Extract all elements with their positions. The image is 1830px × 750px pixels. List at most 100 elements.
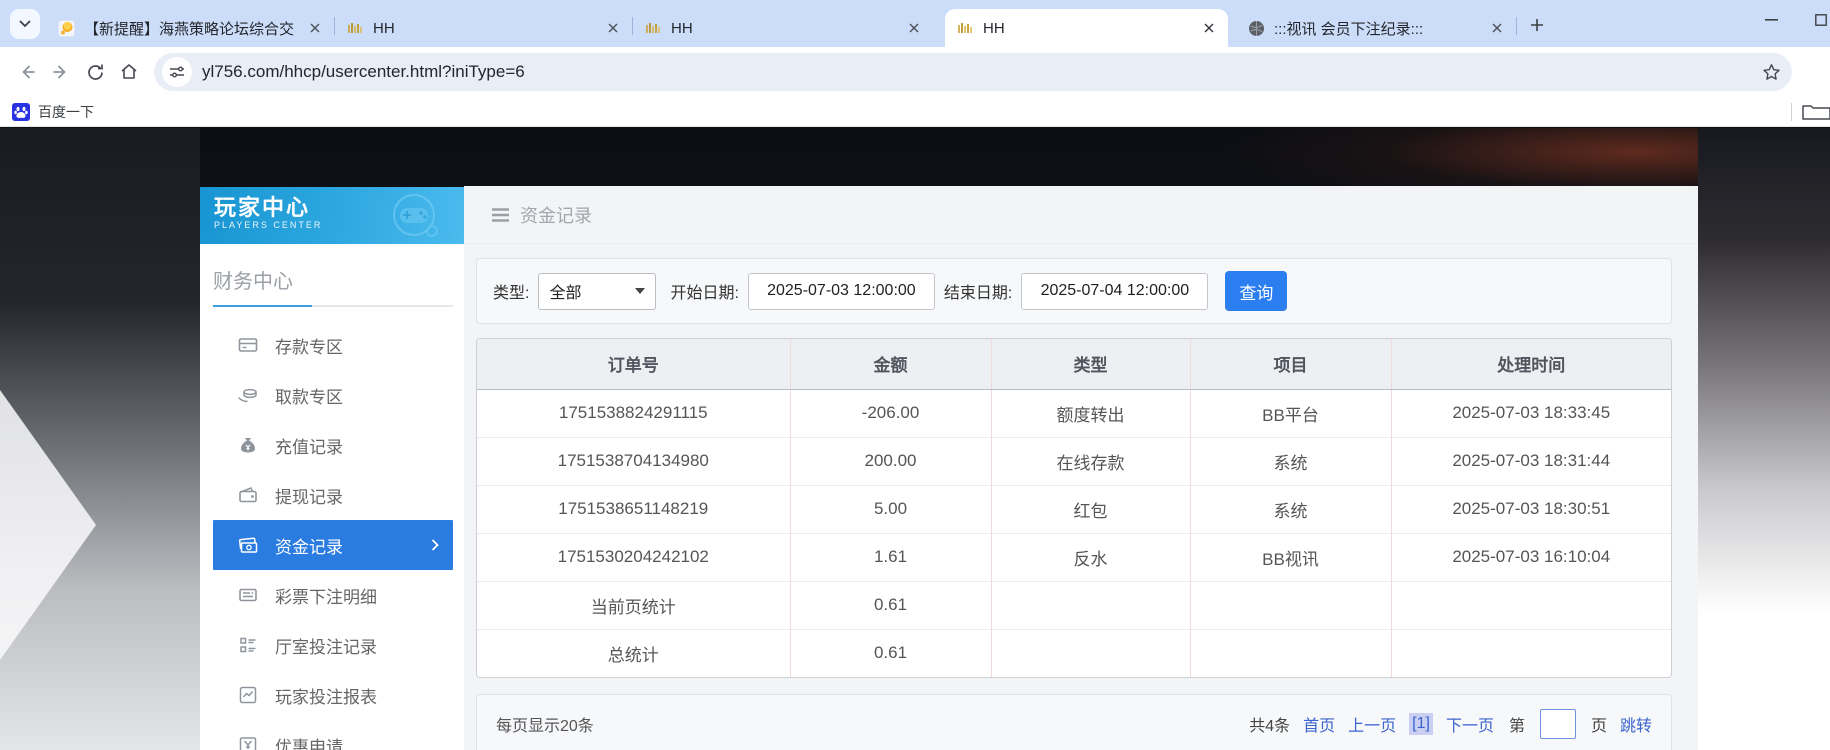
cell-order-no: 1751538651148219 — [477, 485, 790, 533]
sidebar-item-label: 取款专区 — [275, 383, 343, 408]
new-tab-button[interactable] — [1523, 11, 1551, 39]
cell-project: BB视讯 — [1190, 533, 1391, 581]
sidebar-header: 玩家中心 PLAYERS CENTER — [200, 187, 464, 244]
tab-hh-2[interactable]: HH — [633, 9, 933, 47]
sidebar-item-withdraw-record[interactable]: 提现记录 — [200, 470, 464, 520]
cell-project: 系统 — [1190, 485, 1391, 533]
page-number-input[interactable] — [1540, 709, 1576, 739]
next-page-link[interactable]: 下一页 — [1446, 712, 1494, 736]
tab-separator — [1516, 17, 1517, 35]
tab-close-icon[interactable] — [1200, 19, 1218, 37]
report-chart-icon — [237, 684, 259, 706]
start-date-input[interactable] — [748, 273, 935, 310]
cell-type: 额度转出 — [991, 389, 1190, 437]
back-button[interactable] — [10, 55, 44, 89]
end-date-input[interactable] — [1021, 273, 1208, 310]
reload-button[interactable] — [78, 55, 112, 89]
cell-project — [1190, 629, 1391, 677]
maximize-button[interactable] — [1810, 9, 1830, 31]
minimize-button[interactable] — [1760, 9, 1782, 31]
address-bar[interactable]: yl756.com/hhcp/usercenter.html?iniType=6 — [154, 53, 1792, 91]
total-count: 共4条 — [1249, 712, 1290, 736]
url-text[interactable]: yl756.com/hhcp/usercenter.html?iniType=6 — [202, 62, 1756, 82]
window-controls — [1760, 0, 1830, 40]
pager: 共4条 首页 上一页 [1] 下一页 第 页 跳转 — [1249, 709, 1652, 739]
sidebar-item-withdraw[interactable]: 取款专区 — [200, 370, 464, 420]
sidebar-item-label: 厅室投注记录 — [275, 633, 377, 658]
home-icon — [119, 62, 139, 82]
forward-button[interactable] — [44, 55, 78, 89]
cell-time: 2025-07-03 18:30:51 — [1391, 485, 1671, 533]
table-header-row: 订单号 金额 类型 项目 处理时间 — [477, 339, 1671, 389]
cell-type: 红包 — [991, 485, 1190, 533]
table-row: 1751538704134980 200.00 在线存款 系统 2025-07-… — [477, 437, 1671, 485]
jump-button[interactable]: 跳转 — [1620, 712, 1652, 736]
tab-close-icon[interactable] — [1488, 19, 1506, 37]
hall-list-icon — [237, 634, 259, 656]
sidebar-item-label: 充值记录 — [275, 433, 343, 458]
tab-forum[interactable]: 【新提醒】海燕策略论坛综合交 — [46, 9, 334, 47]
tab-video-records[interactable]: :::视讯 会员下注纪录::: — [1236, 9, 1516, 47]
bookmark-label: 百度一下 — [38, 102, 94, 122]
sidebar-section-divider — [213, 305, 453, 307]
tab-close-icon[interactable] — [905, 19, 923, 37]
baidu-paw-icon — [12, 103, 30, 121]
home-button[interactable] — [112, 55, 146, 89]
sidebar-item-deposit[interactable]: 存款专区 — [200, 320, 464, 370]
chevron-right-icon — [431, 539, 439, 552]
prev-page-link[interactable]: 上一页 — [1348, 712, 1396, 736]
sidebar-item-funds-record[interactable]: 资金记录 — [213, 520, 453, 570]
sidebar-item-player-report[interactable]: 玩家投注报表 — [200, 670, 464, 720]
bookmarks-right — [1791, 103, 1818, 121]
cell-amount: 0.61 — [790, 581, 991, 629]
type-label: 类型: — [493, 279, 529, 303]
hh-gold-logo — [645, 20, 662, 37]
sidebar-item-label: 彩票下注明细 — [275, 583, 377, 608]
sidebar-item-lottery-bets[interactable]: 彩票下注明细 — [200, 570, 464, 620]
tab-title: HH — [373, 20, 595, 37]
sidebar-item-label: 优惠申请 — [275, 733, 343, 750]
withdraw-hand-icon — [237, 384, 259, 406]
query-button[interactable]: 查询 — [1225, 271, 1287, 311]
cell-project: 系统 — [1190, 437, 1391, 485]
col-header-time: 处理时间 — [1391, 339, 1671, 389]
hamburger-icon[interactable] — [492, 208, 509, 222]
sidebar-item-promo-apply[interactable]: 优惠申请 — [200, 720, 464, 750]
chevron-down-icon — [635, 288, 645, 294]
main-header: 资金记录 — [464, 186, 1698, 244]
tab-close-icon[interactable] — [306, 19, 324, 37]
type-select[interactable]: 全部 — [538, 273, 656, 310]
ticket-list-icon — [237, 584, 259, 606]
current-page-badge: [1] — [1409, 713, 1433, 735]
table-row-grand-total: 总统计 0.61 — [477, 629, 1671, 677]
col-header-order-no: 订单号 — [477, 339, 790, 389]
deposit-card-icon — [237, 334, 259, 356]
tab-close-icon[interactable] — [604, 19, 622, 37]
site-info-button[interactable] — [162, 57, 192, 87]
web-page: 玩家中心 PLAYERS CENTER 财务中心 存款专区 — [0, 128, 1830, 750]
cell-type: 反水 — [991, 533, 1190, 581]
tab-hh-active[interactable]: HH — [945, 9, 1228, 47]
funds-table: 订单号 金额 类型 项目 处理时间 1751538824291115 -206.… — [477, 339, 1671, 677]
bookmark-star-button[interactable] — [1756, 57, 1786, 87]
jump-label-post: 页 — [1591, 712, 1607, 736]
sidebar-item-hall-bets[interactable]: 厅室投注记录 — [200, 620, 464, 670]
table-row: 1751538651148219 5.00 红包 系统 2025-07-03 1… — [477, 485, 1671, 533]
all-bookmarks-folder-icon[interactable] — [1802, 103, 1830, 121]
cell-time — [1391, 581, 1671, 629]
bookmarks-bar: 百度一下 — [0, 97, 1830, 127]
first-page-link[interactable]: 首页 — [1303, 712, 1335, 736]
tab-hh-1[interactable]: HH — [335, 9, 632, 47]
col-header-amount: 金额 — [790, 339, 991, 389]
col-header-project: 项目 — [1190, 339, 1391, 389]
bookmark-baidu[interactable]: 百度一下 — [12, 102, 94, 122]
col-header-type: 类型 — [991, 339, 1190, 389]
tab-title: HH — [671, 20, 896, 37]
sidebar-item-recharge[interactable]: 充值记录 — [200, 420, 464, 470]
sidebar-section-title: 财务中心 — [213, 265, 464, 294]
cell-label: 总统计 — [477, 629, 790, 677]
tab-search-button[interactable] — [10, 9, 40, 39]
sidebar-item-label: 存款专区 — [275, 333, 343, 358]
moneybag-icon — [237, 434, 259, 456]
sidebar-item-label: 玩家投注报表 — [275, 683, 377, 708]
